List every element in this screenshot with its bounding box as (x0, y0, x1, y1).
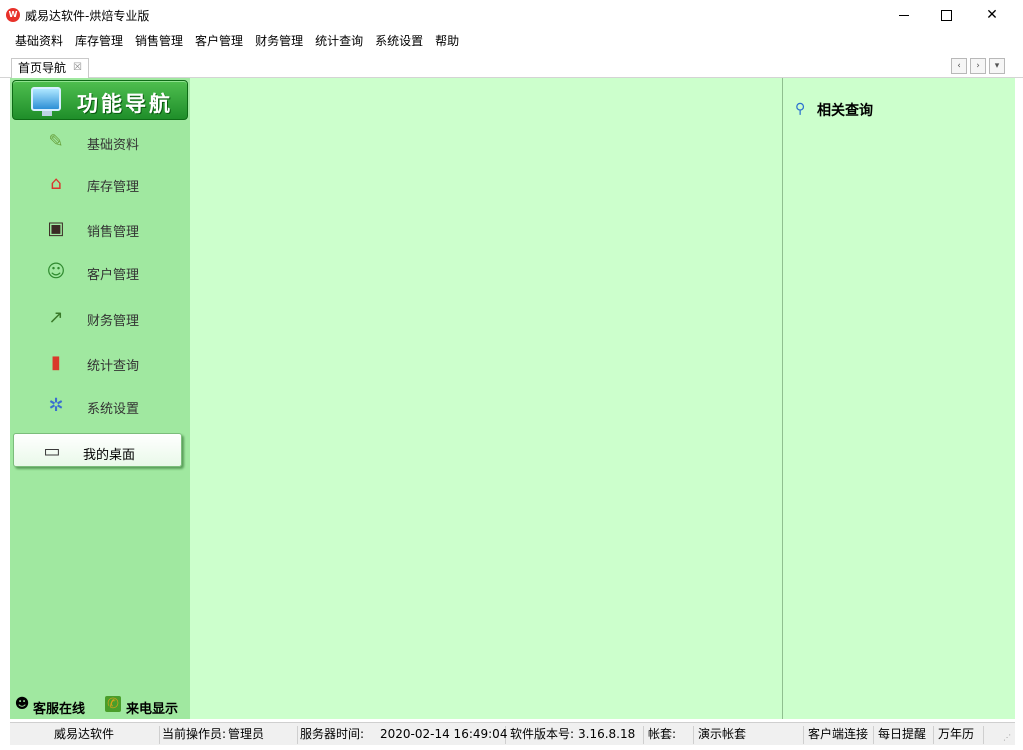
menu-sales[interactable]: 销售管理 (130, 31, 188, 51)
sidebar-item-label: 客户管理 (87, 268, 140, 283)
house-icon: ⌂ (50, 173, 62, 194)
sidebar-item-my-desktop[interactable]: ▭ 我的桌面 (13, 433, 182, 467)
calendar-button[interactable]: 万年历 (938, 726, 984, 744)
tab-home-navigation[interactable]: 首页导航 ☒ (11, 58, 90, 78)
tab-scroll-left-button[interactable]: ‹ (951, 58, 967, 74)
customer-service-link[interactable]: 客服在线 (33, 698, 85, 717)
sidebar-item-customers[interactable]: ☺ 客户管理 (10, 254, 190, 290)
menu-customers[interactable]: 客户管理 (190, 31, 248, 51)
tab-close-icon[interactable]: ☒ (73, 59, 82, 77)
sidebar-footer: ☻ 客服在线 ✆ 来电显示 (10, 692, 190, 718)
close-button[interactable]: ✕ (969, 0, 1015, 31)
client-connection-button[interactable]: 客户端连接 (808, 726, 874, 744)
status-server-time: 2020-02-14 16:49:04 (380, 726, 507, 744)
navigation-sidebar: 功能导航 ✎ 基础资料 ⌂ 库存管理 ▣ 销售管理 ☺ 客户管理 ↗ 财务管理 … (10, 78, 190, 719)
resize-grip-icon[interactable]: ⋰ (1003, 733, 1013, 743)
tab-scroll-right-button[interactable]: › (970, 58, 986, 74)
qq-penguin-icon[interactable]: ☻ (14, 696, 30, 712)
menu-settings[interactable]: 系统设置 (370, 31, 428, 51)
sidebar-item-finance[interactable]: ↗ 财务管理 (10, 300, 190, 336)
nav-header-title: 功能导航 (77, 92, 173, 116)
sidebar-item-label: 系统设置 (87, 402, 140, 417)
gears-icon: ✲ (48, 395, 64, 416)
sidebar-item-label: 统计查询 (87, 359, 140, 374)
status-account: 演示帐套 (698, 726, 804, 744)
sidebar-item-inventory[interactable]: ⌂ 库存管理 (10, 166, 190, 202)
menu-bar: 基础资料 库存管理 销售管理 客户管理 财务管理 统计查询 系统设置 帮助 (0, 31, 1023, 51)
menu-statistics[interactable]: 统计查询 (310, 31, 368, 51)
tab-list-button[interactable]: ▾ (989, 58, 1005, 74)
sidebar-item-label: 我的桌面 (83, 448, 136, 463)
tab-label: 首页导航 (18, 61, 67, 75)
phone-icon[interactable]: ✆ (105, 696, 121, 712)
sidebar-item-statistics[interactable]: ▮ 统计查询 (10, 345, 190, 381)
minimize-button[interactable] (881, 0, 927, 31)
tab-bar: 首页导航 ☒ ‹ › ▾ (0, 56, 1023, 78)
magnifier-icon: ⚲ (795, 101, 806, 117)
menu-help[interactable]: 帮助 (430, 31, 464, 51)
pencil-icon: ✎ (48, 131, 64, 152)
sidebar-item-sales[interactable]: ▣ 销售管理 (10, 211, 190, 247)
menu-finance[interactable]: 财务管理 (250, 31, 308, 51)
desktop-icon: ▭ (43, 441, 61, 462)
related-query-title: 相关查询 (817, 103, 873, 119)
caller-id-link[interactable]: 来电显示 (126, 698, 178, 717)
nav-header: 功能导航 (12, 80, 188, 120)
status-version: 3.16.8.18 (578, 726, 644, 744)
status-operator-label: 当前操作员: (162, 727, 227, 741)
monitor-icon (31, 87, 61, 116)
maximize-button[interactable] (924, 0, 970, 31)
sidebar-item-label: 财务管理 (87, 314, 140, 329)
status-version-label: 软件版本号: (510, 727, 575, 741)
status-account-label: 帐套: (648, 726, 694, 744)
growth-chart-icon: ↗ (48, 307, 64, 328)
sidebar-item-basic-data[interactable]: ✎ 基础资料 (10, 124, 190, 160)
menu-basic-data[interactable]: 基础资料 (10, 31, 68, 51)
window-title: 威易达软件-烘焙专业版 (25, 9, 150, 23)
related-query-panel: ⚲ 相关查询 (782, 78, 1015, 719)
status-server-time-label: 服务器时间: (300, 727, 365, 741)
users-icon: ☺ (46, 261, 66, 282)
sidebar-item-label: 基础资料 (87, 138, 140, 153)
status-bar: 威易达软件 当前操作员: 管理员 服务器时间: 2020-02-14 16:49… (10, 722, 1015, 745)
sidebar-item-label: 库存管理 (87, 180, 140, 195)
status-operator: 管理员 (228, 726, 298, 744)
app-logo-icon: W (6, 8, 20, 22)
status-company: 威易达软件 (54, 726, 160, 744)
sidebar-item-settings[interactable]: ✲ 系统设置 (10, 388, 190, 424)
sidebar-item-label: 销售管理 (87, 225, 140, 240)
menu-inventory[interactable]: 库存管理 (70, 31, 128, 51)
title-bar: W 威易达软件-烘焙专业版 ✕ (0, 0, 1023, 31)
daily-reminder-button[interactable]: 每日提醒 (878, 726, 934, 744)
bar-chart-icon: ▮ (51, 352, 61, 373)
cash-register-icon: ▣ (47, 218, 65, 239)
